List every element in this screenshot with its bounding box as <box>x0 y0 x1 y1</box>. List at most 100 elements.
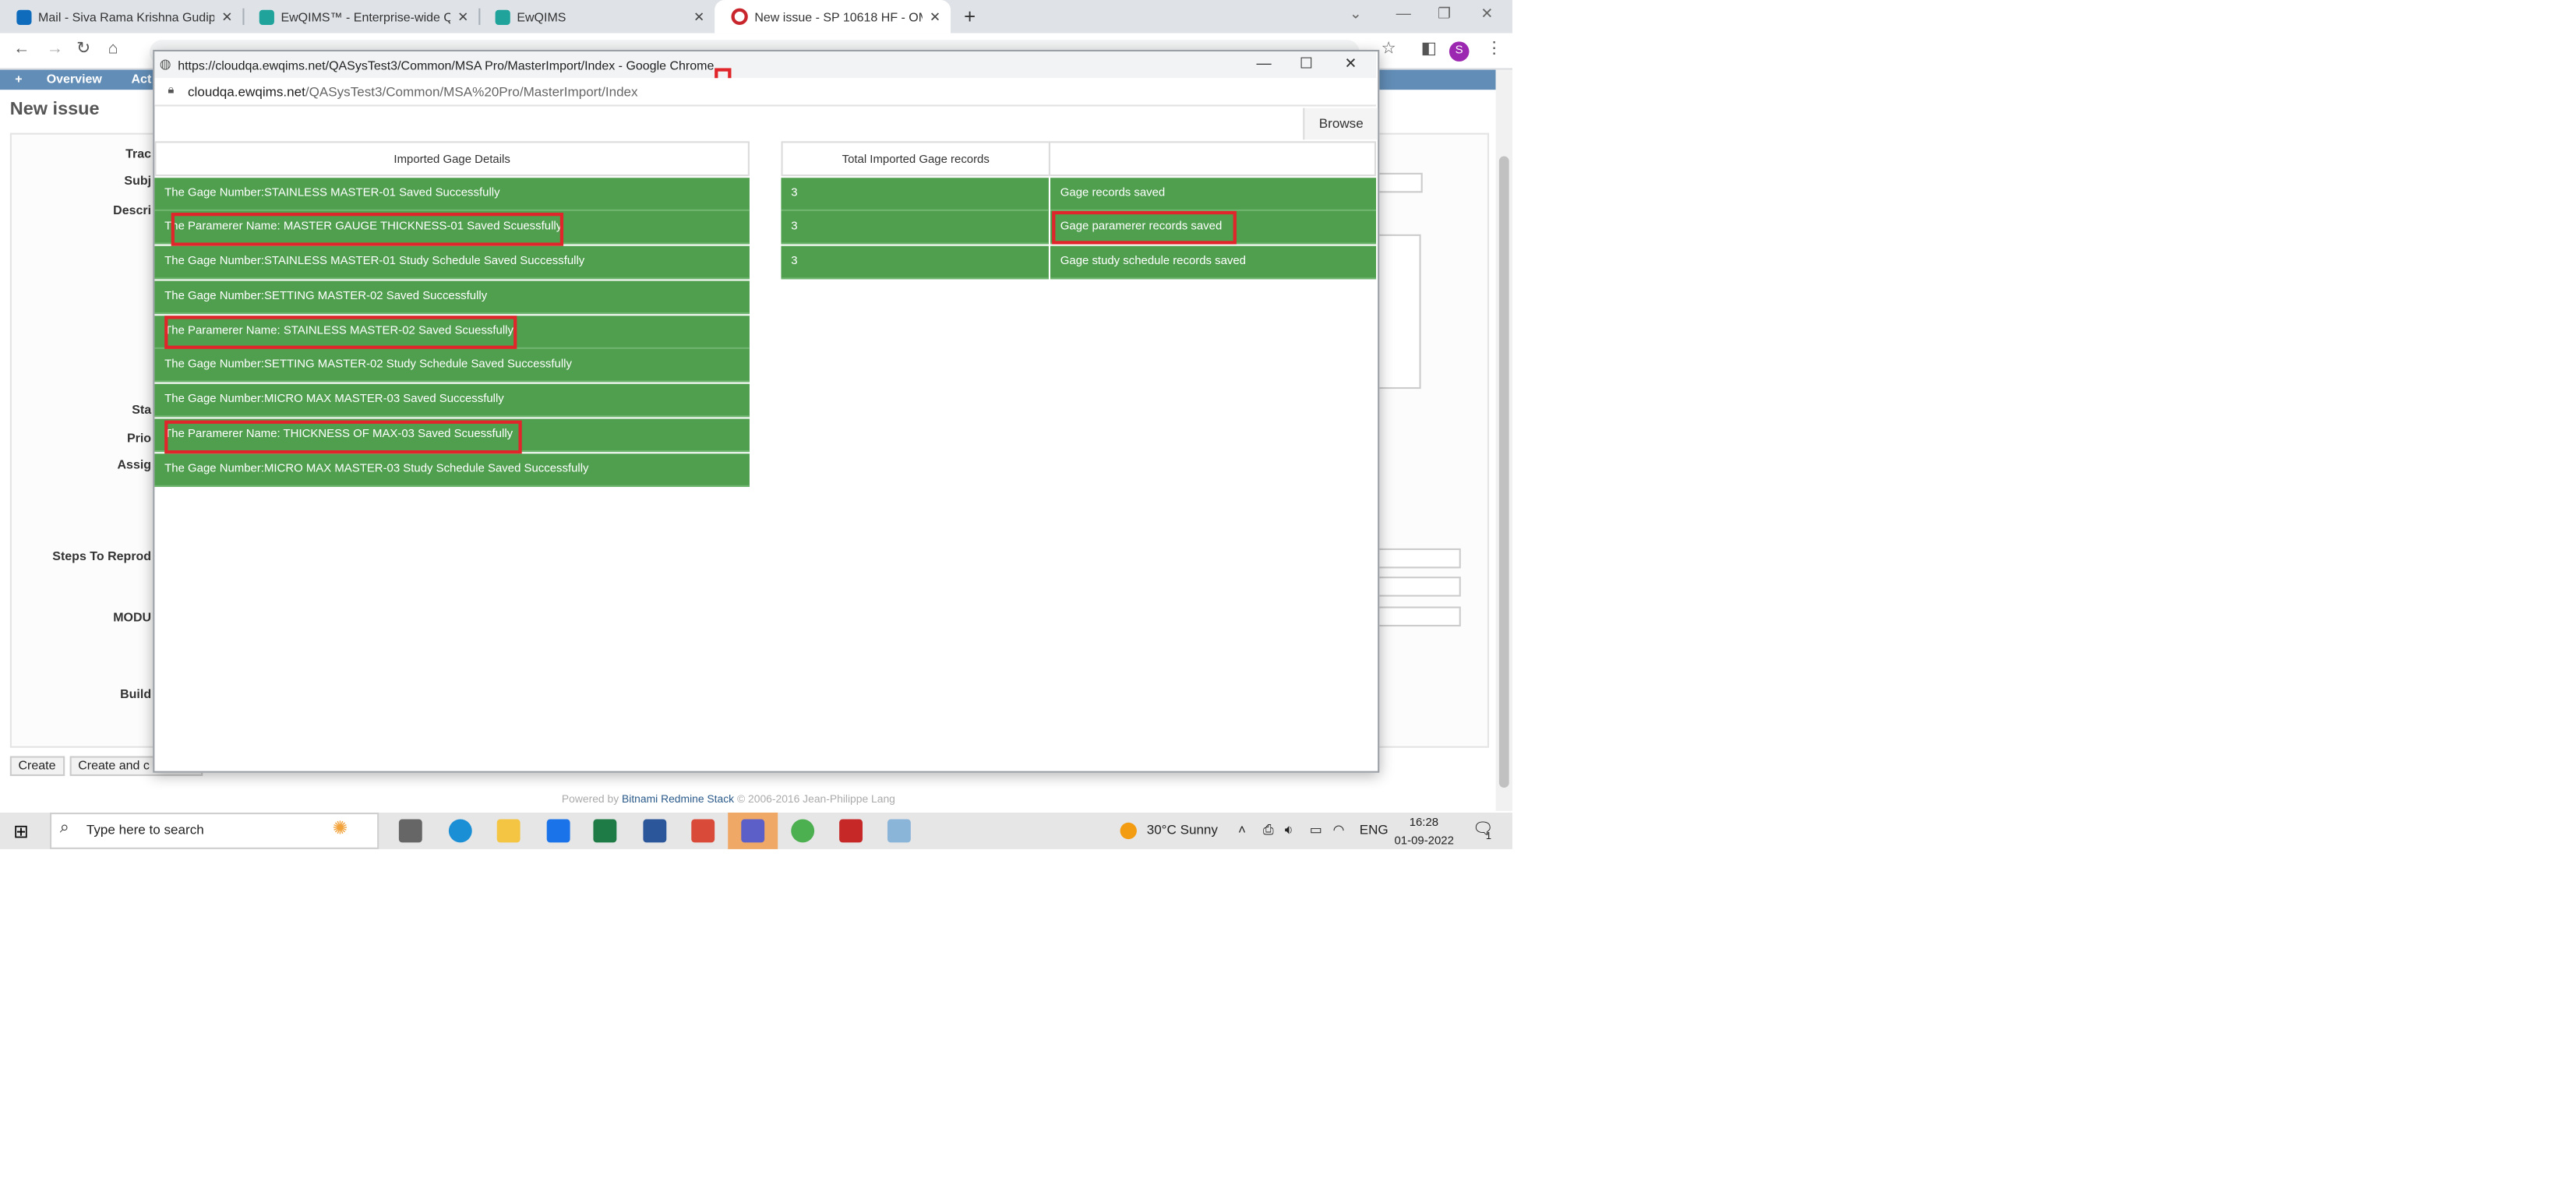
steps-input[interactable] <box>1372 548 1461 569</box>
total-label-cell: Gage study schedule records saved <box>1050 245 1377 280</box>
label-description: Descri <box>113 203 152 218</box>
popup-maximize-icon[interactable]: ☐ <box>1300 55 1313 72</box>
outlook-icon <box>16 9 32 24</box>
label-assignee: Assig <box>117 457 152 472</box>
redmine-icon <box>731 8 748 25</box>
total-records-header: Total Imported Gage records <box>781 141 1050 177</box>
search-icon: ⌕ <box>59 819 69 838</box>
browse-button[interactable]: Browse <box>1303 108 1378 140</box>
label-subject: Subj <box>124 172 152 189</box>
new-tab-button[interactable]: + <box>964 5 976 28</box>
label-tracker: Trac <box>125 146 152 161</box>
weather-sun-icon <box>1120 822 1137 840</box>
bitnami-link[interactable]: Bitnami Redmine Stack <box>622 795 734 806</box>
volume-icon[interactable]: 🔉︎ <box>1285 823 1293 839</box>
tab-new-issue[interactable]: New issue - SP 10618 HF - OMN ✕ <box>715 0 951 34</box>
module-input[interactable] <box>1372 606 1461 627</box>
label-status: Sta <box>132 402 152 418</box>
popup-close-icon[interactable]: ✕ <box>1345 55 1357 72</box>
side-panel-icon[interactable]: ◧ <box>1421 40 1437 58</box>
description-textarea[interactable] <box>1372 234 1421 390</box>
word-icon[interactable] <box>643 819 667 843</box>
edge-icon[interactable] <box>448 819 472 843</box>
page-footer: Powered by Bitnami Redmine Stack © 2006-… <box>561 794 895 806</box>
tray-meet-icon[interactable]: ⎙ <box>1263 823 1274 839</box>
search-placeholder: Type here to search <box>86 822 204 838</box>
detail-row: The Gage Number:SETTING MASTER-02 Study … <box>154 348 750 383</box>
menu-plus[interactable]: + <box>15 70 22 90</box>
close-tab-icon[interactable]: ✕ <box>930 9 940 24</box>
create-button[interactable]: Create <box>9 756 65 777</box>
highlight-box <box>164 420 522 454</box>
ewqims-icon <box>495 9 510 24</box>
detail-row: The Gage Number:STAINLESS MASTER-01 Save… <box>154 178 750 211</box>
lock-icon: 🔒︎ <box>168 84 175 97</box>
label-build: Build <box>120 686 152 702</box>
windows-start-icon[interactable]: ⊞ <box>13 821 29 843</box>
task-view-icon[interactable] <box>398 819 422 843</box>
clock-time[interactable]: 16:28 <box>1410 817 1438 829</box>
battery-icon[interactable]: ▭ <box>1310 823 1322 838</box>
forward-icon[interactable]: → <box>47 40 63 58</box>
bookmark-star-icon[interactable]: ☆ <box>1381 40 1396 58</box>
total-count-cell: 3 <box>781 178 1049 211</box>
page-info-icon: ◍ <box>159 56 171 72</box>
highlight-box <box>1052 210 1237 245</box>
tab-ewqims-enterprise[interactable]: EwQIMS™ - Enterprise-wide Qua ✕ <box>242 0 478 34</box>
weather-text[interactable]: 30°C Sunny <box>1147 823 1218 838</box>
imported-details-header: Imported Gage Details <box>154 141 750 177</box>
scrollbar-thumb[interactable] <box>1498 156 1509 788</box>
subject-input[interactable] <box>1372 172 1423 193</box>
tab-mail[interactable]: Mail - Siva Rama Krishna Gudipu ✕ <box>0 0 242 34</box>
close-tab-icon[interactable]: ✕ <box>693 9 704 24</box>
total-count-cell: 3 <box>781 245 1049 280</box>
minimize-icon[interactable]: — <box>1396 5 1411 21</box>
detail-row: The Gage Number:MICRO MAX MASTER-03 Save… <box>154 383 750 418</box>
label-steps-to-reproduce: Steps To Reprod <box>52 548 152 564</box>
ewqims-icon <box>259 9 274 24</box>
language-indicator[interactable]: ENG <box>1360 823 1389 838</box>
close-tab-icon[interactable]: ✕ <box>457 9 468 24</box>
tab-search-icon[interactable]: ⌄ <box>1350 5 1362 23</box>
network-icon[interactable]: ◠ <box>1333 823 1345 838</box>
popup-minimize-icon[interactable]: — <box>1256 55 1271 71</box>
close-window-icon[interactable]: ✕ <box>1480 5 1493 23</box>
notification-count: 1 <box>1485 832 1491 843</box>
close-tab-icon[interactable]: ✕ <box>221 9 232 24</box>
highlight-box <box>164 316 517 349</box>
file-explorer-icon[interactable] <box>496 819 520 843</box>
highlight-box <box>171 213 564 246</box>
menu-overview[interactable]: Overview <box>47 70 102 90</box>
tab-ewqims[interactable]: EwQIMS ✕ <box>478 0 715 34</box>
detail-row: The Gage Number:SETTING MASTER-02 Saved … <box>154 280 750 315</box>
profile-avatar[interactable]: S <box>1449 41 1470 62</box>
status-header <box>1048 141 1377 177</box>
pdf-icon[interactable] <box>691 819 715 843</box>
back-icon[interactable]: ← <box>13 40 30 58</box>
excel-icon[interactable] <box>593 819 617 843</box>
home-icon[interactable]: ⌂ <box>108 40 118 58</box>
mail-icon[interactable] <box>546 819 570 843</box>
popup-window-title: https://cloudqa.ewqims.net/QASysTest3/Co… <box>178 58 715 73</box>
detail-row: The Gage Number:STAINLESS MASTER-01 Stud… <box>154 245 750 280</box>
tray-chevron-icon[interactable]: ˄ <box>1238 823 1246 838</box>
detail-row: The Gage Number:MICRO MAX MASTER-03 Stud… <box>154 453 750 487</box>
menu-icon[interactable]: ⋮ <box>1486 40 1502 58</box>
search-highlight-icon: ✺ <box>332 819 348 840</box>
label-priority: Prio <box>126 430 152 446</box>
label-module: MODU <box>113 609 152 625</box>
page-title: New issue <box>9 99 100 120</box>
custom-field-input[interactable] <box>1372 577 1461 597</box>
popup-url: cloudqa.ewqims.net/QASysTest3/Common/MSA… <box>188 84 638 100</box>
reload-icon[interactable]: ↻ <box>76 40 90 58</box>
menu-activity[interactable]: Act <box>131 70 151 90</box>
restore-icon[interactable]: ❐ <box>1438 5 1451 23</box>
chrome-icon[interactable] <box>791 819 815 843</box>
app-icon[interactable] <box>839 819 863 843</box>
total-count-cell: 3 <box>781 210 1049 245</box>
page-scrollbar[interactable] <box>1495 69 1512 811</box>
total-label-cell: Gage records saved <box>1050 178 1377 211</box>
clock-date[interactable]: 01-09-2022 <box>1395 836 1454 848</box>
paint-icon[interactable] <box>887 819 911 843</box>
teams-icon[interactable] <box>741 819 765 843</box>
